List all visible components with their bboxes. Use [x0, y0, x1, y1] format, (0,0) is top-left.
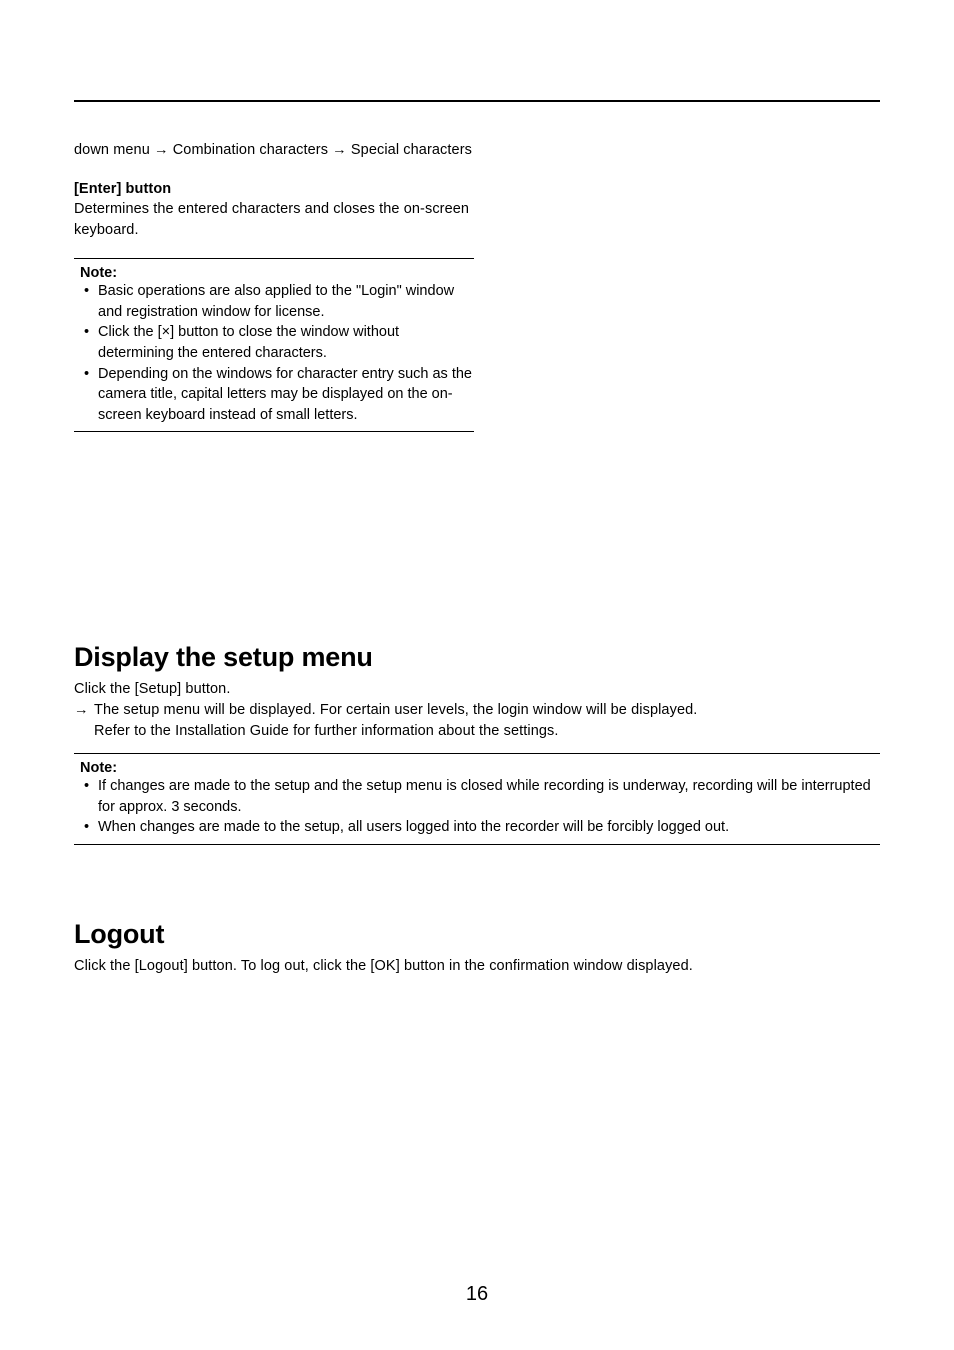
note-label: Note: [74, 265, 474, 281]
setup-heading: Display the setup menu [74, 642, 880, 673]
setup-line1: Click the [Setup] button. [74, 679, 880, 700]
setup-line2b-wrap: Refer to the Installation Guide for furt… [74, 721, 880, 742]
enter-button-heading: [Enter] button [74, 179, 474, 200]
setup-line2a: The setup menu will be displayed. For ce… [94, 700, 880, 721]
arrow-spacer [74, 721, 94, 742]
list-item: Click the [×] button to close the window… [84, 322, 474, 363]
note-box-top: Note: Basic operations are also applied … [74, 258, 474, 432]
document-page: down menu → Combination characters → Spe… [0, 0, 954, 1350]
logout-heading: Logout [74, 919, 880, 950]
logout-section: Logout Click the [Logout] button. To log… [74, 919, 880, 977]
setup-line2b: Refer to the Installation Guide for furt… [94, 721, 880, 742]
logout-text: Click the [Logout] button. To log out, c… [74, 956, 880, 977]
page-number: 16 [0, 1283, 954, 1306]
top-rule [74, 100, 880, 102]
arrow-right-icon: → [74, 700, 94, 721]
list-item: Depending on the windows for character e… [84, 364, 474, 426]
note-label: Note: [74, 760, 880, 776]
setup-arrow-line: → The setup menu will be displayed. For … [74, 700, 880, 721]
setup-section: Display the setup menu Click the [Setup]… [74, 642, 880, 844]
note-box-setup: Note: If changes are made to the setup a… [74, 753, 880, 845]
left-column: down menu → Combination characters → Spe… [74, 140, 474, 432]
note-bullets-setup: If changes are made to the setup and the… [74, 776, 880, 838]
list-item: Basic operations are also applied to the… [84, 281, 474, 322]
dropdown-continuation-text: down menu → Combination characters → Spe… [74, 140, 474, 161]
list-item: If changes are made to the setup and the… [84, 776, 880, 817]
page-content: down menu → Combination characters → Spe… [74, 100, 880, 976]
enter-button-description: Determines the entered characters and cl… [74, 199, 474, 240]
note-bullets-top: Basic operations are also applied to the… [74, 281, 474, 425]
list-item: When changes are made to the setup, all … [84, 817, 880, 838]
